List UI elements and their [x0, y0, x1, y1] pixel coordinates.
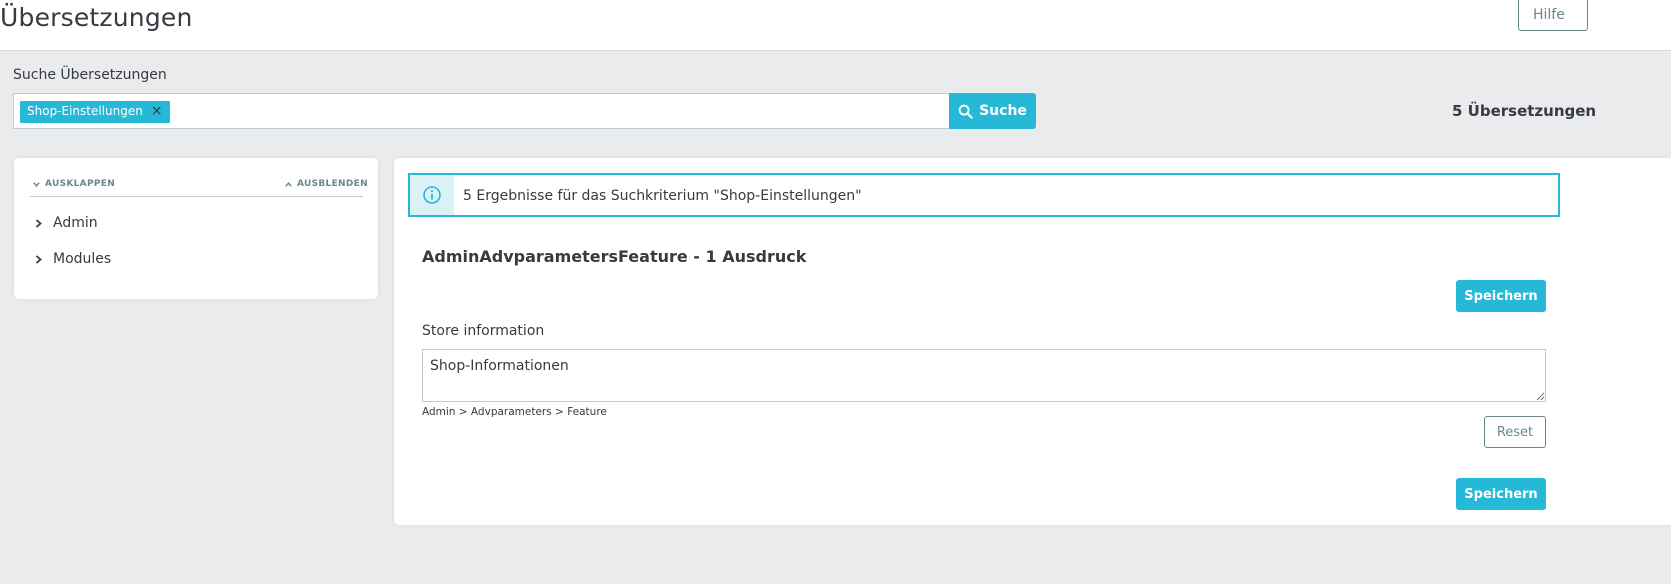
field-label: Store information [422, 323, 545, 339]
search-icon [958, 104, 973, 119]
chevron-right-icon [35, 254, 42, 264]
help-button[interactable]: Hilfe [1518, 0, 1588, 31]
tree-item-label: Admin [53, 215, 98, 231]
domain-title: AdminAdvparametersFeature - 1 Ausdruck [422, 247, 807, 266]
save-button-bottom[interactable]: Speichern [1456, 478, 1546, 510]
search-label: Suche Übersetzungen [13, 67, 167, 83]
breadcrumb: Admin > Advparameters > Feature [422, 406, 607, 418]
reset-button[interactable]: Reset [1484, 416, 1546, 448]
save-button-top[interactable]: Speichern [1456, 280, 1546, 312]
page-header: Übersetzungen Hilfe [0, 0, 1671, 51]
search-button[interactable]: Suche [949, 93, 1036, 129]
page-title: Übersetzungen [0, 3, 193, 32]
search-button-label: Suche [979, 103, 1027, 119]
info-icon [410, 175, 454, 215]
tree-divider [30, 196, 363, 197]
tree-item-admin[interactable]: Admin [34, 215, 98, 231]
close-icon[interactable]: × [151, 104, 163, 123]
result-count: 5 Übersetzungen [1452, 102, 1597, 120]
collapse-all-button[interactable]: AUSBLENDEN [284, 179, 368, 189]
expand-all-button[interactable]: AUSKLAPPEN [32, 179, 115, 189]
chevron-down-icon [33, 181, 40, 187]
alert-text: 5 Ergebnisse für das Suchkriterium "Shop… [463, 188, 862, 204]
chevron-right-icon [35, 218, 42, 228]
translation-field[interactable]: Shop-Informationen [422, 349, 1546, 402]
search-chip: Shop-Einstellungen × [20, 101, 170, 123]
search-chip-label: Shop-Einstellungen [27, 104, 143, 118]
expand-all-label: AUSKLAPPEN [45, 179, 116, 189]
tree-item-modules[interactable]: Modules [34, 251, 111, 267]
info-alert: 5 Ergebnisse für das Suchkriterium "Shop… [408, 173, 1560, 217]
tree-panel: AUSKLAPPEN AUSBLENDEN Admin Modules [14, 158, 378, 299]
chevron-up-icon [285, 181, 292, 187]
search-input[interactable]: Shop-Einstellungen × [13, 93, 949, 129]
tree-item-label: Modules [53, 251, 112, 267]
translations-panel: 5 Ergebnisse für das Suchkriterium "Shop… [394, 158, 1671, 525]
collapse-all-label: AUSBLENDEN [297, 179, 368, 189]
